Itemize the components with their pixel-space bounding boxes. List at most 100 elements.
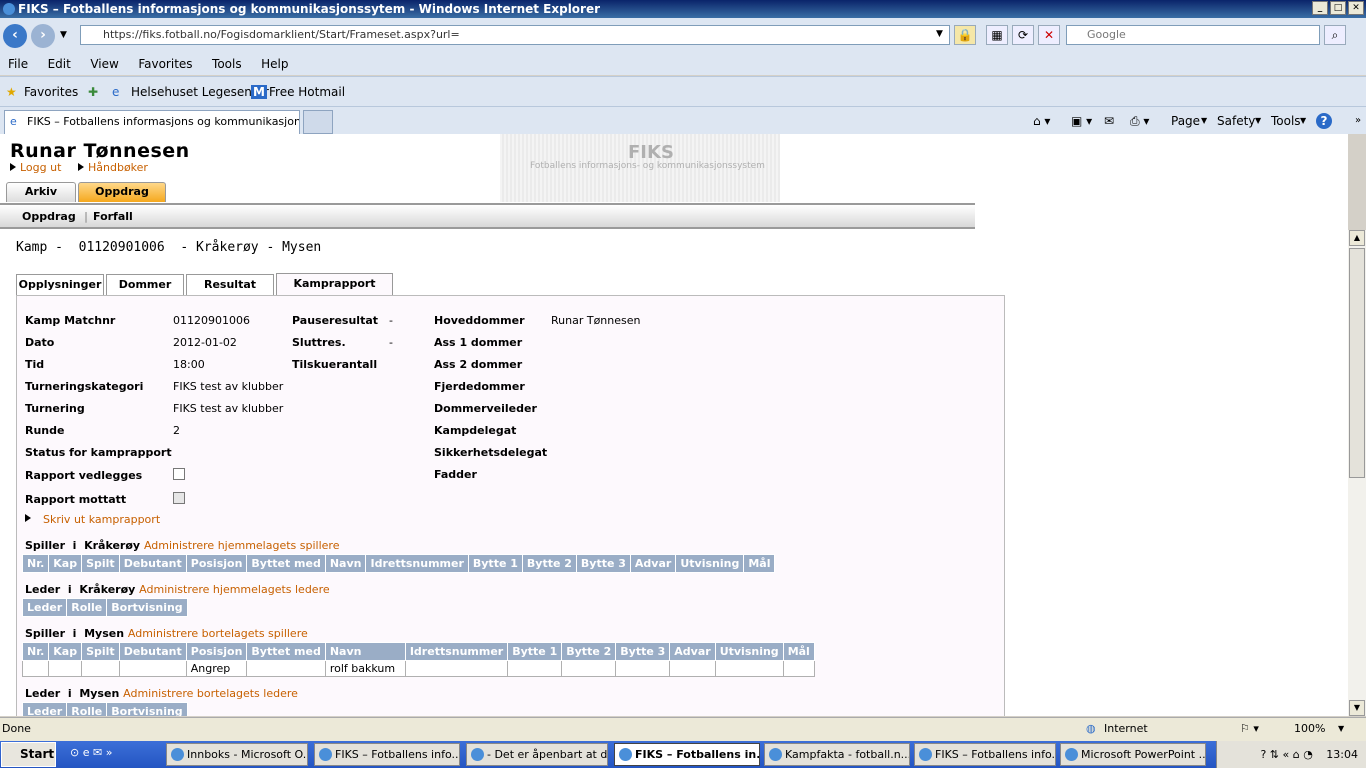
subnav-forfall[interactable]: Forfall: [93, 210, 133, 223]
logo-subtitle: Fotballens informasjons- og kommunikasjo…: [530, 161, 765, 171]
fjerde-label: Fjerdedommer: [434, 380, 525, 393]
away-leaders-admin-link[interactable]: Administrere bortelagets ledere: [123, 687, 298, 700]
task-fiks-active[interactable]: FIKS – Fotballens in...: [614, 743, 760, 766]
fadder-label: Fadder: [434, 468, 477, 481]
minimize-button[interactable]: _: [1312, 1, 1328, 15]
table-cell: [246, 660, 326, 677]
zoom-dropdown-icon[interactable]: ▼: [1338, 718, 1344, 740]
scroll-down-icon[interactable]: ▼: [1349, 700, 1365, 716]
home-players-admin-link[interactable]: Administrere hjemmelagets spillere: [144, 539, 340, 552]
column-header: Advar: [629, 554, 677, 573]
page-content: FIKS Fotballens informasjons- og kommuni…: [0, 134, 1348, 716]
tray-icons[interactable]: ? ⇅ « ⌂ ◔: [1260, 748, 1312, 761]
lock-icon[interactable]: 🔒: [954, 25, 976, 45]
tab-opplysninger[interactable]: Opplysninger: [16, 274, 104, 295]
favorite-hotmail[interactable]: Free Hotmail: [269, 77, 345, 107]
forward-icon[interactable]: ›: [31, 24, 55, 48]
table-cell: [118, 660, 187, 677]
home-icon[interactable]: ⌂ ▾: [1033, 111, 1050, 131]
browser-tab-active[interactable]: e FIKS – Fotballens informasjons og komm…: [4, 110, 300, 134]
page-menu[interactable]: Page: [1171, 111, 1200, 131]
ass1-label: Ass 1 dommer: [434, 336, 523, 349]
home-leaders-admin-link[interactable]: Administrere hjemmelagets ledere: [139, 583, 329, 596]
tab-dommer[interactable]: Dommer: [106, 274, 184, 295]
compat-view-icon[interactable]: ▦: [986, 25, 1008, 45]
task-outlook[interactable]: Innboks - Microsoft O...: [166, 743, 308, 766]
search-icon[interactable]: ⌕: [1324, 25, 1346, 45]
maximize-button[interactable]: □: [1330, 1, 1346, 15]
mail-icon[interactable]: ✉: [1104, 111, 1114, 131]
user-name: Runar Tønnesen: [10, 140, 190, 162]
url-input[interactable]: https://fiks.fotball.no/Fogisdomarklient…: [80, 25, 950, 45]
menu-help[interactable]: Help: [253, 53, 296, 75]
tab-arkiv[interactable]: Arkiv: [6, 182, 76, 202]
zone-text: Internet: [1104, 722, 1148, 735]
back-icon[interactable]: ‹: [3, 24, 27, 48]
slutt-label: Sluttres.: [292, 336, 346, 349]
page-scrollbar[interactable]: ▲ ▼: [1348, 230, 1366, 716]
search-input[interactable]: Google: [1066, 25, 1320, 45]
add-favorite-icon[interactable]: ✚: [88, 77, 98, 107]
matchnr-value: 01120901006: [173, 314, 250, 327]
column-header: Debutant: [118, 554, 187, 573]
task-fiks-1[interactable]: FIKS – Fotballens info...: [314, 743, 460, 766]
menu-favorites[interactable]: Favorites: [130, 53, 200, 75]
menu-edit[interactable]: Edit: [40, 53, 79, 75]
url-dropdown-icon[interactable]: ▼: [936, 29, 943, 39]
tab-resultat[interactable]: Resultat: [186, 274, 274, 295]
chevron-right-icon[interactable]: »: [1355, 111, 1361, 131]
zoom-level[interactable]: 100%: [1294, 718, 1325, 740]
kampdelegat-label: Kampdelegat: [434, 424, 517, 437]
msn-icon: M: [251, 85, 267, 99]
column-header: Leder: [21, 598, 68, 617]
address-toolbar: ‹ › ▼ https://fiks.fotball.no/Fogisdomar…: [0, 18, 1366, 53]
menu-file[interactable]: File: [0, 53, 36, 75]
task-document[interactable]: - Det er åpenbart at d...: [466, 743, 608, 766]
favorite-helsehuset[interactable]: Helsehuset Legesenter: [131, 77, 269, 107]
subnav-oppdrag[interactable]: Oppdrag: [22, 210, 76, 223]
new-tab-button[interactable]: [303, 110, 333, 134]
column-header: Bytte 3: [615, 642, 671, 661]
close-button[interactable]: ✕: [1348, 1, 1364, 15]
print-report-link[interactable]: Skriv ut kamprapport: [25, 513, 160, 526]
tab-kamprapport[interactable]: Kamprapport: [276, 273, 393, 296]
feeds-icon[interactable]: ▣ ▾: [1071, 111, 1092, 131]
quicklaunch-icons[interactable]: ⊙ e ✉ »: [70, 746, 112, 759]
home-leaders-table: Leder Rolle Bortvisning: [21, 598, 188, 617]
handbooks-link[interactable]: Håndbøker: [78, 161, 148, 174]
tid-value: 18:00: [173, 358, 205, 371]
refresh-icon[interactable]: ⟳: [1012, 25, 1034, 45]
task-fiks-2[interactable]: FIKS – Fotballens info...: [914, 743, 1056, 766]
column-header: Leder: [21, 702, 68, 716]
favorites-bar: ★ Favorites ✚ e Helsehuset Legesenter M …: [0, 76, 1366, 106]
tilskuer-label: Tilskuerantall: [292, 358, 378, 371]
tab-oppdrag[interactable]: Oppdrag: [78, 182, 166, 202]
browser-tabbar: e FIKS – Fotballens informasjons og komm…: [0, 106, 1366, 134]
favorites-button[interactable]: Favorites: [24, 77, 78, 107]
start-button[interactable]: Start: [1, 742, 56, 767]
scroll-up-icon[interactable]: ▲: [1349, 230, 1365, 246]
tools-menu[interactable]: Tools: [1271, 111, 1301, 131]
print-icon[interactable]: ⎙ ▾: [1130, 111, 1149, 131]
safety-menu[interactable]: Safety: [1217, 111, 1255, 131]
table-cell: [81, 660, 120, 677]
task-kampfakta[interactable]: Kampfakta - fotball.n...: [764, 743, 910, 766]
stop-icon[interactable]: ✕: [1038, 25, 1060, 45]
window-titlebar: FIKS – Fotballens informasjons og kommun…: [0, 0, 1366, 18]
task-powerpoint[interactable]: Microsoft PowerPoint ...: [1060, 743, 1206, 766]
runde-label: Runde: [25, 424, 65, 437]
clock[interactable]: 13:04: [1326, 748, 1358, 761]
away-players-admin-link[interactable]: Administrere bortelagets spillere: [128, 627, 308, 640]
scroll-thumb[interactable]: [1349, 248, 1365, 478]
turnering-value: FIKS test av klubber: [173, 402, 284, 415]
browser-tab-label: FIKS – Fotballens informasjons og kommun…: [27, 115, 299, 128]
history-dropdown-icon[interactable]: ▼: [60, 30, 67, 40]
help-icon[interactable]: ?: [1316, 113, 1332, 129]
menu-tools[interactable]: Tools: [204, 53, 250, 75]
protected-mode-icon[interactable]: ⚐ ▾: [1240, 718, 1259, 740]
column-header: Bytte 2: [521, 554, 577, 573]
menu-view[interactable]: View: [82, 53, 126, 75]
rapport-vedlegges-checkbox[interactable]: [173, 468, 185, 480]
logout-link[interactable]: Logg ut: [10, 161, 61, 174]
slutt-value: -: [389, 336, 393, 349]
